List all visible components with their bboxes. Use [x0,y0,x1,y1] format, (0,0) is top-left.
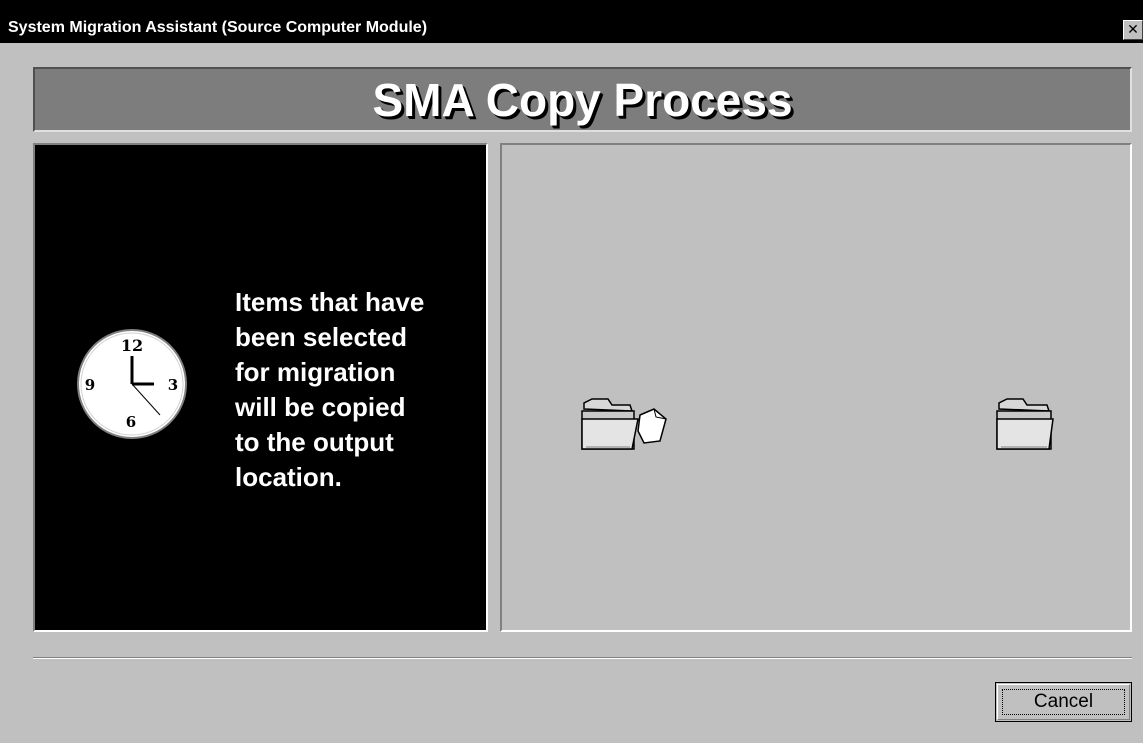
header-band: SMA Copy Process [33,67,1132,132]
info-line: will be copied [235,392,406,422]
info-line: for migration [235,357,396,387]
info-panel: 12 3 6 9 Items that have been selected f… [33,143,488,632]
clock-number-12: 12 [121,336,143,355]
folder-icon [996,398,1054,450]
clock-number-6: 6 [126,413,136,431]
close-button[interactable]: ✕ [1123,20,1143,40]
info-line: location. [235,462,342,492]
info-line: been selected [235,322,407,352]
title-bar[interactable]: System Migration Assistant (Source Compu… [0,0,1143,43]
window-title: System Migration Assistant (Source Compu… [8,19,428,36]
info-message: Items that have been selected for migrat… [235,285,475,495]
page-title: SMA Copy Process [372,74,793,126]
clock-number-9: 9 [85,376,95,394]
info-line: Items that have [235,287,425,317]
copy-animation-panel [500,143,1132,632]
clock-number-3: 3 [168,376,178,394]
clock-icon: 12 3 6 9 [77,329,187,439]
dialog-window: System Migration Assistant (Source Compu… [0,0,1143,743]
info-line: to the output [235,427,394,457]
cancel-button-label: Cancel [1002,689,1125,715]
folder-with-document-icon [581,398,667,450]
footer-divider [33,657,1132,659]
close-icon: ✕ [1127,21,1139,37]
cancel-button[interactable]: Cancel [995,682,1132,722]
